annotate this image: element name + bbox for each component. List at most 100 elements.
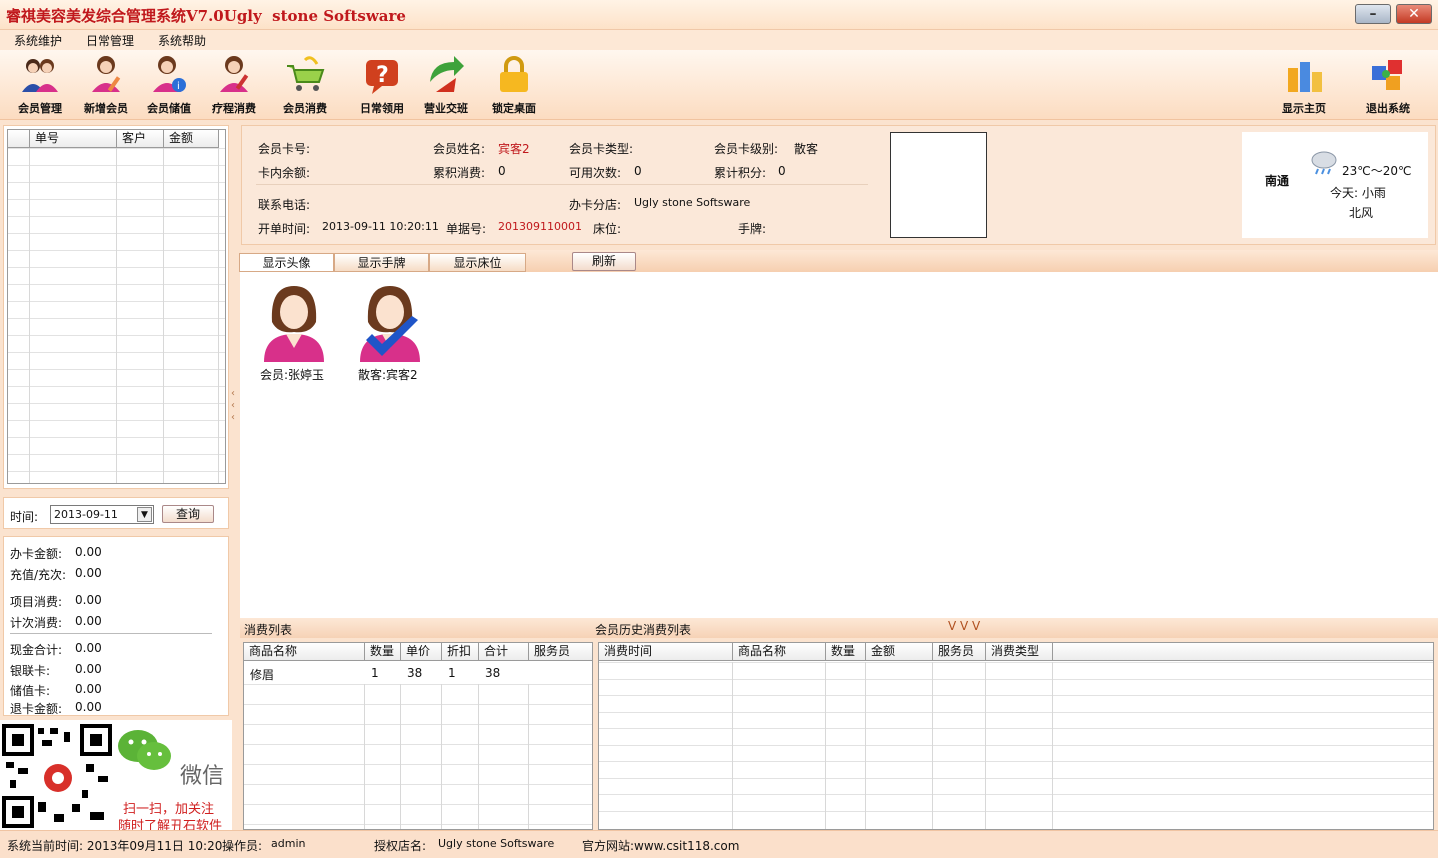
cell-total: 38	[485, 666, 501, 680]
query-panel: 时间: 2013-09-11 ▼ 查询	[3, 497, 229, 529]
consume-grid[interactable]: 商品名称 数量 单价 折扣 合计 服务员 修眉 1 38 1 38	[243, 642, 593, 830]
weather-wind: 北风	[1349, 206, 1374, 220]
show-home-button[interactable]: 显示主页	[1272, 52, 1336, 118]
treatment-icon	[220, 56, 249, 92]
summary-value: 0.00	[75, 614, 102, 628]
card-level-label: 会员卡级别:	[714, 142, 779, 156]
member-deposit-button[interactable]: i 会员储值	[137, 52, 201, 118]
toolbar: 会员管理 新增会员 i 会员储值 疗程消费 会员消费 ? 日常领用 营业交班 锁…	[0, 50, 1438, 120]
status-bar: 系统当前时间: 2013年09月11日 10:20 操作员: admin 授权店…	[0, 830, 1438, 858]
qr-code-icon	[2, 724, 112, 828]
column-header-filler	[1053, 643, 1433, 661]
grid-row-line	[244, 764, 592, 765]
query-button[interactable]: 查询	[162, 505, 214, 523]
column-header-discount[interactable]: 折扣	[442, 643, 479, 661]
lock-desktop-button[interactable]: 锁定桌面	[482, 52, 546, 118]
home-buildings-icon	[1288, 62, 1322, 92]
tab-show-wristband[interactable]: 显示手牌	[334, 253, 429, 272]
grid-row-line	[244, 804, 592, 805]
column-header-consume-time[interactable]: 消费时间	[599, 643, 733, 661]
summary-label: 储值卡:	[10, 684, 51, 698]
summary-value: 0.00	[75, 566, 102, 580]
column-header-consume-type[interactable]: 消费类型	[986, 643, 1053, 661]
column-header-qty[interactable]: 数量	[365, 643, 401, 661]
member-management-button[interactable]: 会员管理	[8, 52, 72, 118]
grid-row-line	[244, 784, 592, 785]
summary-label: 现金合计:	[10, 643, 63, 657]
summary-label: 办卡金额:	[10, 547, 63, 561]
column-header-amount[interactable]: 金额	[866, 643, 933, 661]
date-value: 2013-09-11	[54, 508, 118, 521]
customer-label: 会员:张婷玉	[260, 368, 325, 382]
order-list-grid[interactable]: 单号 客户 金额	[7, 129, 226, 484]
customer-card[interactable]: 散客:宾客2	[350, 282, 430, 382]
close-button[interactable]: ✕	[1396, 4, 1432, 24]
menu-system-help[interactable]: 系统帮助	[158, 32, 206, 49]
menu-bar: 系统维护 日常管理 系统帮助	[0, 30, 1438, 50]
weather-temp: 23℃～20℃	[1342, 164, 1412, 178]
grid-column-line	[985, 662, 986, 829]
grid-row-line	[244, 684, 592, 685]
bill-no-label: 单据号:	[446, 222, 487, 236]
female-avatar-icon	[264, 286, 324, 362]
grid-row-line	[599, 761, 1433, 762]
minimize-button[interactable]: –	[1355, 4, 1391, 24]
table-row[interactable]: 修眉 1 38 1 38	[244, 662, 592, 684]
exit-system-button[interactable]: 退出系统	[1356, 52, 1420, 118]
tool-label: 会员管理	[18, 102, 62, 115]
daily-use-button[interactable]: ? 日常领用	[350, 52, 414, 118]
column-header-waiter[interactable]: 服务员	[933, 643, 986, 661]
column-header-order-no[interactable]: 单号	[30, 130, 117, 148]
column-header-qty[interactable]: 数量	[826, 643, 866, 661]
cell-discount: 1	[448, 666, 456, 680]
column-header-amount[interactable]: 金额	[164, 130, 219, 148]
status-operator-label: 操作员:	[222, 839, 263, 853]
column-header-customer[interactable]: 客户	[117, 130, 164, 148]
summary-panel: 办卡金额: 0.00 充值/充次: 0.00 项目消费: 0.00 计次消费: …	[3, 536, 229, 716]
question-icon: ?	[366, 60, 398, 94]
summary-value: 0.00	[75, 682, 102, 696]
column-header-waiter[interactable]: 服务员	[529, 643, 592, 661]
svg-text:i: i	[177, 81, 180, 92]
menu-system-maintenance[interactable]: 系统维护	[14, 32, 62, 49]
weather-city: 南通	[1265, 174, 1290, 188]
expand-arrows-icon[interactable]: V V V	[948, 619, 980, 633]
grid-column-line	[163, 148, 164, 483]
grid-column-line	[364, 684, 365, 829]
wristband-label: 手牌:	[738, 222, 767, 236]
shift-handover-button[interactable]: 营业交班	[414, 52, 478, 118]
history-grid[interactable]: 消费时间 商品名称 数量 金额 服务员 消费类型	[598, 642, 1434, 830]
tool-label: 会员储值	[147, 102, 191, 115]
grid-row-line	[599, 662, 1433, 663]
grid-column-line	[865, 662, 866, 829]
splitter-collapse-handle[interactable]: ‹ ‹ ‹	[231, 388, 239, 428]
add-member-button[interactable]: 新增会员	[74, 52, 138, 118]
date-picker[interactable]: 2013-09-11 ▼	[50, 505, 154, 524]
grid-row-line	[244, 824, 592, 825]
chevron-down-icon[interactable]: ▼	[137, 507, 152, 522]
menu-daily-management[interactable]: 日常管理	[86, 32, 134, 49]
refresh-button[interactable]: 刷新	[572, 252, 636, 271]
customer-card[interactable]: 会员:张婷玉	[254, 282, 334, 382]
bill-no-value: 201309110001	[498, 220, 582, 233]
grid-row-line	[599, 695, 1433, 696]
tab-show-avatar[interactable]: 显示头像	[239, 253, 334, 272]
branch-label: 办卡分店:	[569, 198, 622, 212]
grid-column-line	[825, 662, 826, 829]
open-time-value: 2013-09-11 10:20:11	[322, 220, 439, 233]
grid-column-line	[400, 684, 401, 829]
history-list-header: 会员历史消费列表 V V V	[592, 618, 1438, 638]
column-header-price[interactable]: 单价	[401, 643, 442, 661]
status-shop: Ugly stone Softsware	[438, 837, 555, 850]
column-header-total[interactable]: 合计	[479, 643, 529, 661]
summary-value: 0.00	[75, 662, 102, 676]
summary-value: 0.00	[75, 593, 102, 607]
treatment-consume-button[interactable]: 疗程消费	[202, 52, 266, 118]
grid-row-line	[599, 810, 1433, 812]
member-consume-button[interactable]: 会员消费	[273, 52, 337, 118]
tab-show-bed[interactable]: 显示床位	[429, 253, 526, 272]
tool-label: 锁定桌面	[492, 102, 536, 115]
summary-value: 0.00	[75, 545, 102, 559]
column-header-product[interactable]: 商品名称	[733, 643, 826, 661]
column-header-product[interactable]: 商品名称	[244, 643, 365, 661]
